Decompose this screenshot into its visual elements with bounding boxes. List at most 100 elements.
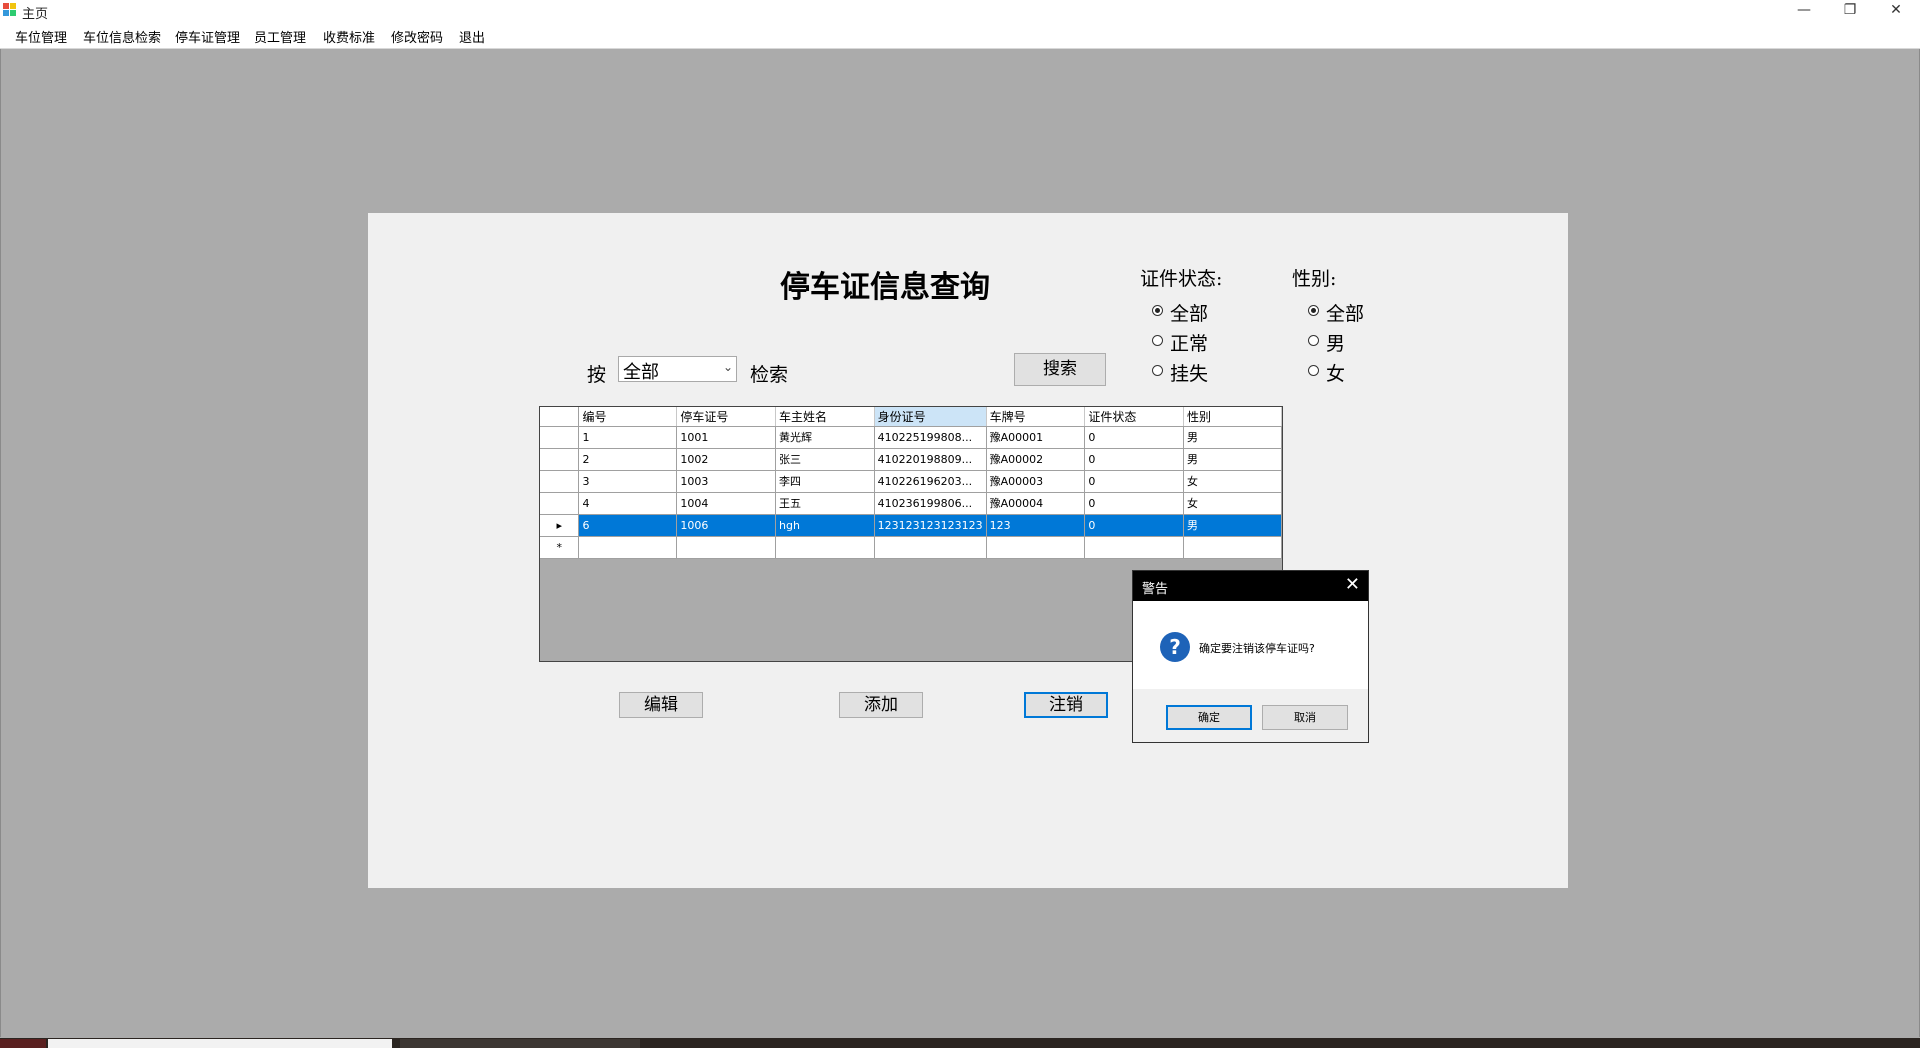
- search-by-label: 按: [587, 364, 607, 386]
- table-cell[interactable]: 男: [1183, 448, 1282, 471]
- row-header[interactable]: [540, 426, 580, 449]
- edit-button[interactable]: 编辑: [619, 692, 703, 718]
- column-header[interactable]: 性别: [1183, 407, 1282, 427]
- table-cell[interactable]: 0: [1084, 448, 1185, 471]
- table-cell[interactable]: 豫A00003: [986, 470, 1086, 493]
- gender-filter-label: 性别:: [1292, 268, 1337, 290]
- column-header[interactable]: 身份证号: [874, 407, 987, 427]
- chevron-down-icon[interactable]: ⌄: [723, 360, 733, 374]
- table-cell[interactable]: 李四: [775, 470, 875, 493]
- radio-indicator: [1152, 365, 1163, 376]
- column-header[interactable]: 编号: [578, 407, 678, 427]
- search-field-combo[interactable]: 全部 ⌄: [618, 356, 737, 383]
- table-cell[interactable]: 0: [1084, 492, 1185, 515]
- permit-table: 编号 停车证号 车主姓名 身份证号 车牌号 证件状态 性别 1 1001 黄光辉…: [540, 407, 1282, 559]
- add-button[interactable]: 添加: [839, 692, 923, 718]
- row-header[interactable]: [540, 448, 580, 471]
- table-cell[interactable]: 0: [1084, 426, 1185, 449]
- status-filter-label: 证件状态:: [1140, 268, 1223, 290]
- table-cell[interactable]: 410226196203...: [874, 470, 987, 493]
- table-cell[interactable]: hgh: [775, 514, 875, 537]
- table-cell[interactable]: 1004: [676, 492, 776, 515]
- row-header-corner: [540, 407, 580, 427]
- table-cell[interactable]: 1001: [676, 426, 776, 449]
- close-window-button[interactable]: ✕: [1873, 0, 1919, 22]
- table-cell[interactable]: 女: [1183, 470, 1282, 493]
- current-row-marker-icon[interactable]: ▸: [540, 514, 580, 537]
- table-cell[interactable]: 1003: [676, 470, 776, 493]
- table-cell[interactable]: 女: [1183, 492, 1282, 515]
- table-cell[interactable]: 豫A00002: [986, 448, 1086, 471]
- dialog-titlebar: 警告 ✕: [1133, 571, 1368, 601]
- column-header[interactable]: 车牌号: [986, 407, 1086, 427]
- table-row-selected[interactable]: ▸ 6 1006 hgh 123123123123123 123 0 男: [540, 514, 1282, 537]
- table-cell[interactable]: 1: [578, 426, 678, 449]
- minimize-button[interactable]: —: [1781, 0, 1827, 22]
- column-header[interactable]: 证件状态: [1084, 407, 1185, 427]
- table-row[interactable]: 3 1003 李四 410226196203... 豫A00003 0 女: [540, 470, 1282, 493]
- table-cell[interactable]: 410220198809...: [874, 448, 987, 471]
- search-button[interactable]: 搜索: [1014, 353, 1106, 386]
- table-cell[interactable]: 黄光辉: [775, 426, 875, 449]
- row-header[interactable]: [540, 492, 580, 515]
- table-cell[interactable]: 1002: [676, 448, 776, 471]
- radio-checked-indicator: [1308, 305, 1319, 316]
- table-row[interactable]: 1 1001 黄光辉 410225199808... 豫A00001 0 男: [540, 426, 1282, 449]
- table-row[interactable]: 4 1004 王五 410236199806... 豫A00004 0 女: [540, 492, 1282, 515]
- table-cell[interactable]: 男: [1183, 514, 1282, 537]
- table-cell[interactable]: [874, 536, 987, 559]
- taskbar: [0, 1038, 1920, 1048]
- window-titlebar: 主页 — ❐ ✕: [0, 0, 1920, 22]
- table-cell[interactable]: 1006: [676, 514, 776, 537]
- table-row[interactable]: 2 1002 张三 410220198809... 豫A00002 0 男: [540, 448, 1282, 471]
- taskbar-search-box[interactable]: [48, 1039, 392, 1048]
- table-cell[interactable]: [1084, 536, 1185, 559]
- warning-dialog: 警告 ✕ ? 确定要注销该停车证吗? 确定 取消: [1132, 570, 1369, 743]
- table-cell[interactable]: 豫A00004: [986, 492, 1086, 515]
- table-cell[interactable]: 2: [578, 448, 678, 471]
- table-cell[interactable]: 张三: [775, 448, 875, 471]
- table-cell[interactable]: 王五: [775, 492, 875, 515]
- taskbar-start-block[interactable]: [0, 1039, 46, 1048]
- table-cell[interactable]: 豫A00001: [986, 426, 1086, 449]
- table-new-row[interactable]: *: [540, 536, 1282, 559]
- table-cell[interactable]: 410236199806...: [874, 492, 987, 515]
- taskbar-app-area[interactable]: [400, 1039, 640, 1048]
- cancel-button[interactable]: 取消: [1262, 705, 1348, 730]
- column-header[interactable]: 停车证号: [676, 407, 776, 427]
- deregister-button[interactable]: 注销: [1024, 692, 1108, 718]
- table-cell[interactable]: 6: [578, 514, 678, 537]
- table-cell[interactable]: [1183, 536, 1282, 559]
- table-cell[interactable]: 0: [1084, 514, 1185, 537]
- table-cell[interactable]: 男: [1183, 426, 1282, 449]
- window-title: 主页: [22, 7, 49, 22]
- table-cell[interactable]: 410225199808...: [874, 426, 987, 449]
- table-cell[interactable]: [986, 536, 1086, 559]
- confirm-button[interactable]: 确定: [1166, 705, 1252, 730]
- table-cell[interactable]: 4: [578, 492, 678, 515]
- table-cell[interactable]: [676, 536, 776, 559]
- menu-parking-permit-management[interactable]: 停车证管理: [175, 27, 240, 46]
- table-cell[interactable]: [775, 536, 875, 559]
- table-cell[interactable]: 3: [578, 470, 678, 493]
- menu-change-password[interactable]: 修改密码: [391, 27, 443, 46]
- table-cell[interactable]: 0: [1084, 470, 1185, 493]
- app-icon: [3, 3, 17, 17]
- table-cell[interactable]: [578, 536, 678, 559]
- search-field-combo-value: 全部: [623, 362, 659, 383]
- table-cell[interactable]: 123: [986, 514, 1086, 537]
- menu-fee-standard[interactable]: 收费标准: [323, 27, 375, 46]
- menu-exit[interactable]: 退出: [459, 27, 485, 46]
- menu-staff-management[interactable]: 员工管理: [254, 27, 306, 46]
- page-title: 停车证信息查询: [780, 270, 990, 305]
- close-icon[interactable]: ✕: [1345, 574, 1360, 595]
- menu-parking-space-management[interactable]: 车位管理: [15, 27, 67, 46]
- column-header[interactable]: 车主姓名: [775, 407, 875, 427]
- table-cell[interactable]: 123123123123123: [874, 514, 987, 537]
- menu-parking-space-search[interactable]: 车位信息检索: [83, 27, 161, 46]
- row-header[interactable]: [540, 470, 580, 493]
- restore-button[interactable]: ❐: [1827, 0, 1873, 22]
- dialog-message: 确定要注销该停车证吗?: [1199, 642, 1315, 655]
- permit-query-form: 停车证信息查询 按 全部 ⌄ 检索 搜索 证件状态: 全部 正常 挂失 性别: …: [368, 213, 1568, 888]
- new-row-marker-icon[interactable]: *: [540, 536, 580, 559]
